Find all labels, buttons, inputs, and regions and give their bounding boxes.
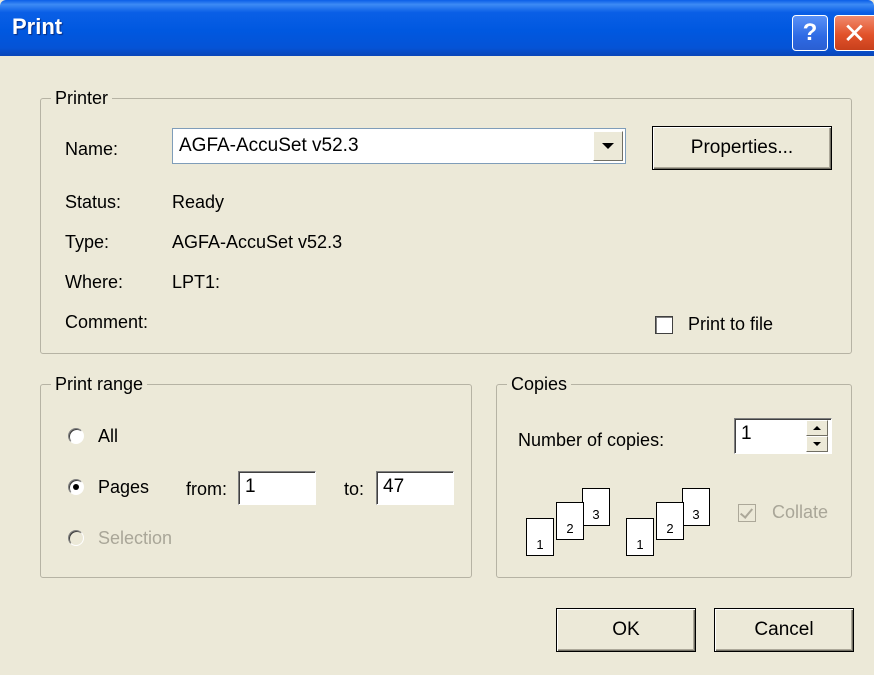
all-radio[interactable] <box>68 428 84 444</box>
printer-name-combobox[interactable]: AGFA-AccuSet v52.3 <box>172 128 626 164</box>
where-label: Where: <box>65 272 124 292</box>
number-of-copies-label: Number of copies: <box>518 430 665 450</box>
printer-name-value: AGFA-AccuSet v52.3 <box>179 135 359 156</box>
help-icon: ? <box>802 19 818 46</box>
arrow-down-icon <box>813 442 821 446</box>
type-label: Type: <box>65 232 110 252</box>
status-label: Status: <box>65 192 122 212</box>
print-range-legend: Print range <box>51 374 148 395</box>
ok-button[interactable]: OK <box>556 608 696 652</box>
type-value: AGFA-AccuSet v52.3 <box>172 232 343 252</box>
properties-button[interactable]: Properties... <box>652 126 832 170</box>
window-title: Print <box>12 14 63 39</box>
comment-label: Comment: <box>65 312 149 332</box>
from-input[interactable]: 1 <box>238 471 316 505</box>
arrow-up-icon <box>813 426 821 430</box>
copies-spin-up[interactable] <box>806 420 828 436</box>
selection-label[interactable]: Selection <box>98 528 172 549</box>
page-icon: 3 <box>682 488 710 526</box>
print-to-file-checkbox[interactable] <box>655 316 673 334</box>
to-label: to: <box>344 479 365 499</box>
to-input[interactable]: 47 <box>376 471 454 505</box>
print-to-file-label[interactable]: Print to file <box>688 314 773 335</box>
page-icon: 1 <box>526 518 554 556</box>
pages-radio[interactable] <box>68 479 84 495</box>
from-label: from: <box>186 479 228 499</box>
chevron-down-icon <box>602 143 614 149</box>
where-value: LPT1: <box>172 272 221 292</box>
collate-label[interactable]: Collate <box>772 502 828 523</box>
close-icon: ✕ <box>842 17 867 49</box>
page-icon: 2 <box>556 502 584 540</box>
page-icon: 3 <box>582 488 610 526</box>
name-label: Name: <box>65 139 119 159</box>
collate-checkbox[interactable] <box>738 504 756 522</box>
pages-label[interactable]: Pages <box>98 477 149 498</box>
close-button[interactable]: ✕ <box>834 15 874 51</box>
title-bar[interactable]: Print ? ✕ <box>0 0 874 56</box>
dropdown-button[interactable] <box>593 131 623 161</box>
selection-radio[interactable] <box>68 530 84 546</box>
status-value: Ready <box>172 192 225 212</box>
page-icon: 2 <box>656 502 684 540</box>
page-icon: 1 <box>626 518 654 556</box>
copies-legend: Copies <box>507 374 572 395</box>
copies-spin-down[interactable] <box>806 436 828 452</box>
printer-legend: Printer <box>51 88 113 109</box>
help-button[interactable]: ? <box>792 15 828 51</box>
all-label[interactable]: All <box>98 426 118 447</box>
cancel-button[interactable]: Cancel <box>714 608 854 652</box>
